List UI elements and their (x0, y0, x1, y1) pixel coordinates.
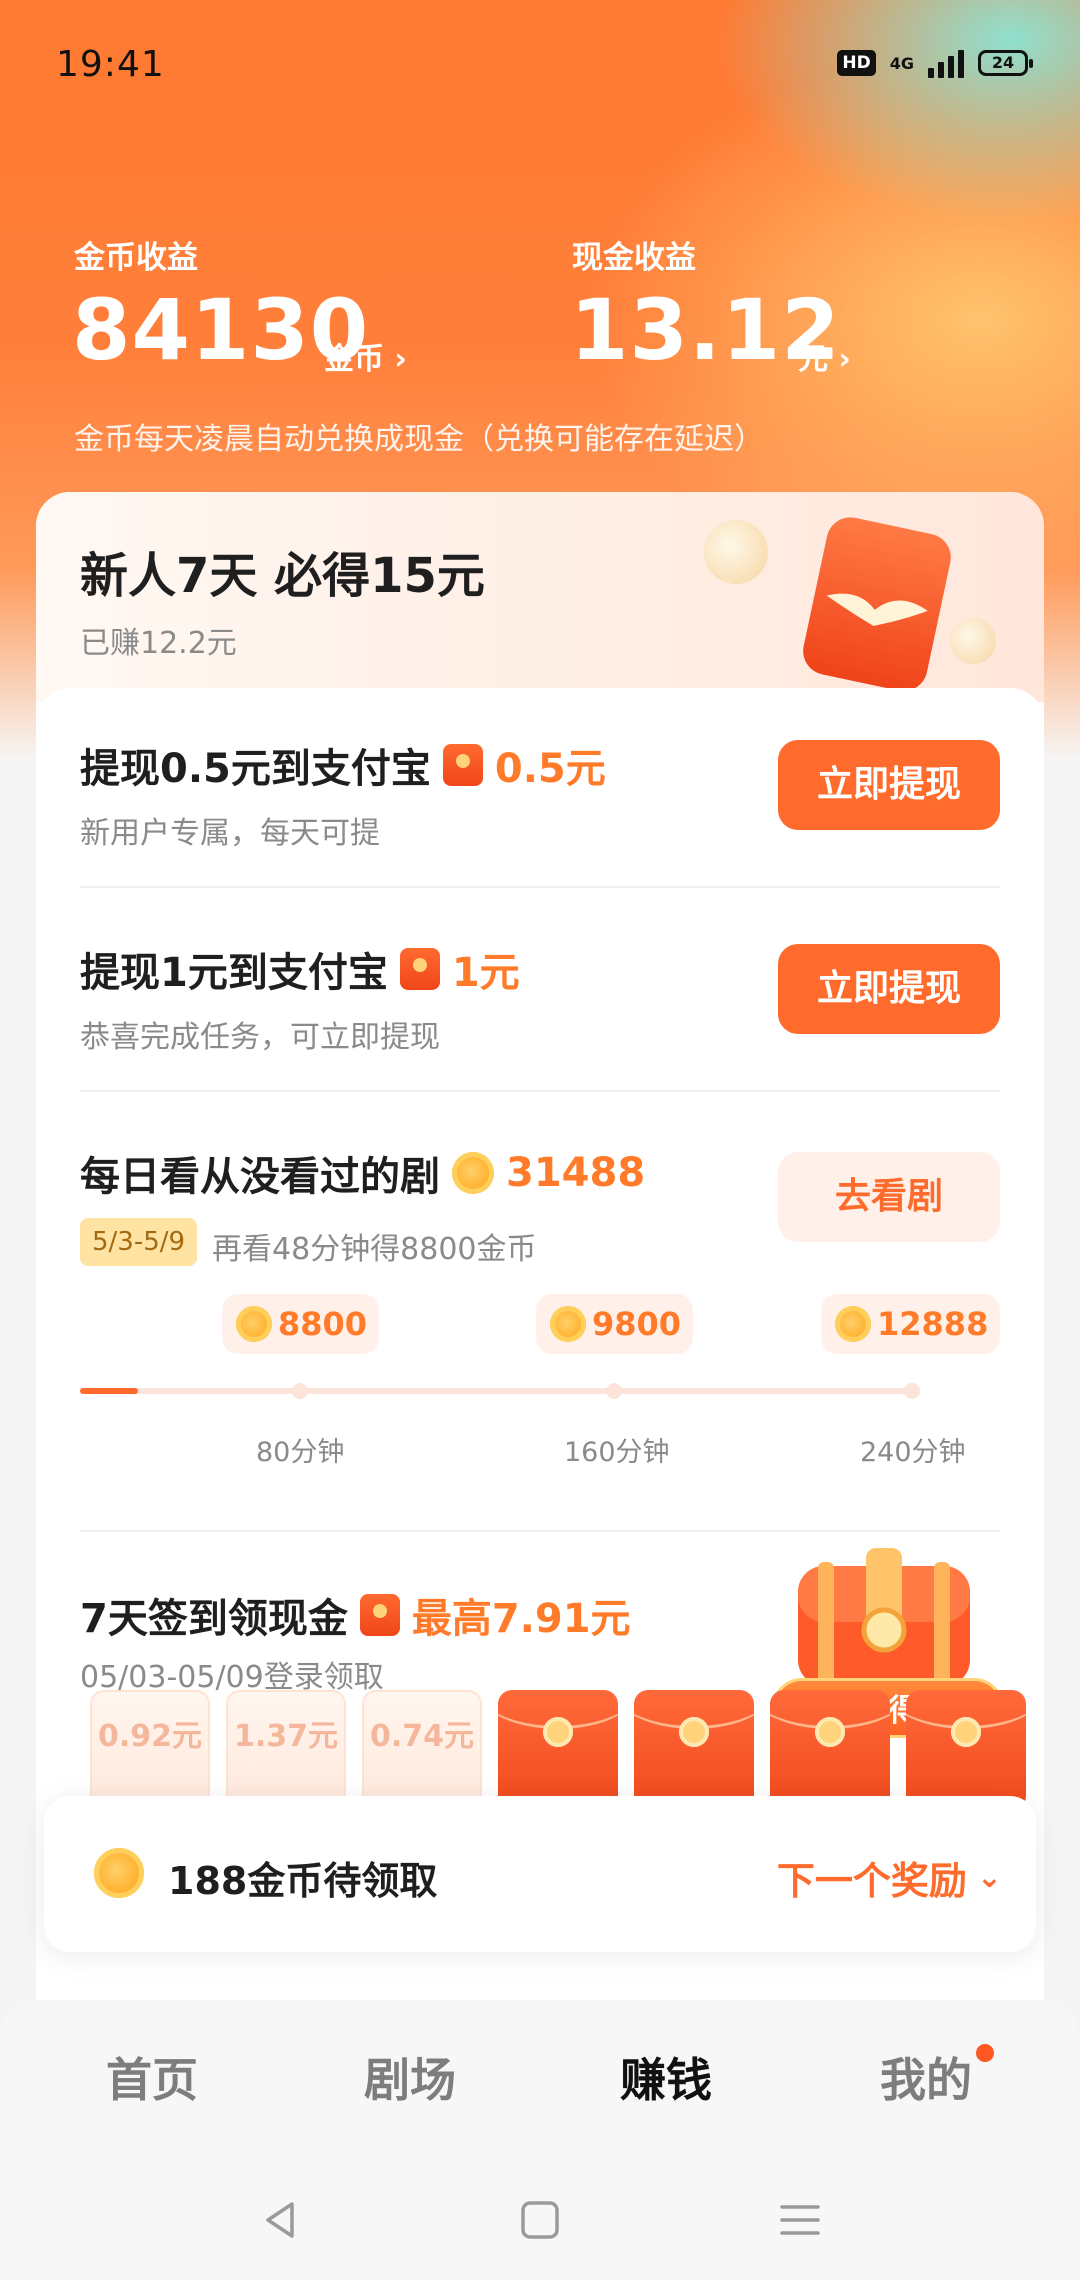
red-packet-icon (399, 948, 440, 990)
red-packet-icon (359, 1594, 400, 1636)
drama-task-title: 每日看从没看过的剧 31488 (80, 1144, 645, 1202)
signal-icon (928, 48, 964, 78)
divider (80, 1090, 1000, 1092)
drama-progress-note: 再看48分钟得8800金币 (212, 1232, 537, 1267)
home-icon[interactable] (518, 2198, 562, 2242)
coin-unit: 金币 (324, 342, 384, 377)
pending-coins-text: 188金币待领取 (168, 1859, 438, 1903)
coin-earnings-link[interactable]: 金币 › (324, 334, 407, 378)
coin-icon (94, 1848, 144, 1898)
cash-unit: 元 (798, 342, 828, 377)
double-chevron-down-icon: ⌄ (976, 1859, 1002, 1895)
checkin-day-redpacket[interactable] (634, 1690, 754, 1810)
milestone-label: 80分钟 (256, 1437, 345, 1468)
tab-mine[interactable]: 我的 (880, 2044, 972, 2110)
milestone-reward: 9800 (536, 1294, 694, 1354)
milestone-label: 240分钟 (860, 1437, 966, 1468)
withdraw-now-button[interactable]: 立即提现 (778, 944, 1000, 1034)
checkin-day-cell[interactable]: 0.92元 (90, 1690, 210, 1810)
cash-earnings-link[interactable]: 元 › (798, 334, 851, 378)
milestone-label: 160分钟 (564, 1437, 670, 1468)
tab-earn[interactable]: 赚钱 (620, 2044, 712, 2110)
hd-icon: HD (837, 50, 876, 76)
coin-icon (550, 1306, 586, 1342)
red-packet-icon (442, 744, 483, 786)
chevron-right-icon: › (394, 342, 407, 377)
coin-earnings-label: 金币收益 (74, 240, 198, 276)
coin-icon (236, 1306, 272, 1342)
withdraw-title-text: 提现1元到支付宝 (80, 950, 388, 996)
checkin-day-redpacket[interactable] (770, 1690, 890, 1810)
milestone-coins: 12888 (877, 1305, 989, 1343)
battery-icon: 24 (978, 50, 1033, 76)
checkin-max-amount: 最高7.91元 (411, 1596, 631, 1642)
milestone-reward: 8800 (222, 1294, 380, 1354)
red-envelope-icon (803, 517, 951, 692)
coin-icon (452, 1152, 494, 1194)
tab-theater[interactable]: 剧场 (364, 2044, 456, 2110)
withdraw-task-sub: 新用户专属，每天可提 (80, 816, 380, 851)
next-reward-label: 下一个奖励 (776, 1859, 967, 1903)
exchange-note: 金币每天凌晨自动兑换成现金（兑换可能存在延迟） (74, 422, 764, 457)
milestone-coins: 9800 (592, 1305, 682, 1343)
milestone-reward: 12888 (821, 1294, 1001, 1354)
date-range-badge: 5/3-5/9 (80, 1218, 198, 1266)
system-nav-bar (0, 2150, 1080, 2280)
watch-progress-bar (80, 1388, 914, 1394)
milestone-dot (904, 1383, 920, 1399)
checkin-day-cell[interactable]: 0.74元 (362, 1690, 482, 1810)
divider (80, 886, 1000, 888)
treasure-chest-icon[interactable] (784, 1548, 984, 1698)
withdraw-task-title: 提现0.5元到支付宝 0.5元 (80, 736, 606, 794)
checkin-title-text: 7天签到领现金 (80, 1596, 348, 1642)
drama-coins: 31488 (506, 1150, 646, 1196)
checkin-title: 7天签到领现金 最高7.91元 (80, 1586, 631, 1644)
watch-drama-button[interactable]: 去看剧 (778, 1152, 1000, 1242)
newbie-banner[interactable]: 新人7天 必得15元 已赚12.2元 (36, 492, 1044, 702)
withdraw-task-sub: 恭喜完成任务，可立即提现 (80, 1020, 440, 1055)
network-type: 4G (889, 53, 914, 73)
coin-icon (835, 1306, 871, 1342)
bottom-tab-bar: 首页 剧场 赚钱 我的 (0, 2000, 1080, 2150)
checkin-day-redpacket[interactable] (906, 1690, 1026, 1810)
menu-icon[interactable] (778, 2198, 822, 2242)
status-icons: HD 4G 24 (837, 48, 1033, 78)
divider (80, 1530, 1000, 1532)
milestone-dot (606, 1383, 622, 1399)
coin-decoration-icon (950, 618, 996, 664)
milestone-dot (292, 1383, 308, 1399)
cash-earnings-label: 现金收益 (572, 240, 696, 276)
next-reward-button[interactable]: 下一个奖励 ⌄ (777, 1850, 1002, 1905)
newbie-earned: 已赚12.2元 (80, 626, 237, 661)
withdraw-now-button[interactable]: 立即提现 (778, 740, 1000, 830)
withdraw-amount: 0.5元 (494, 746, 606, 792)
withdraw-task-title: 提现1元到支付宝 1元 (80, 940, 520, 998)
checkin-day-redpacket[interactable] (498, 1690, 618, 1810)
status-time: 19:41 (56, 44, 165, 85)
milestone-coins: 8800 (278, 1305, 368, 1343)
withdraw-amount: 1元 (451, 950, 520, 996)
drama-title-text: 每日看从没看过的剧 (80, 1154, 440, 1200)
tab-home[interactable]: 首页 (106, 2044, 198, 2110)
checkin-day-cell[interactable]: 1.37元 (226, 1690, 346, 1810)
status-bar: 19:41 HD 4G 24 (0, 0, 1080, 130)
pending-reward-card[interactable]: 188金币待领取 下一个奖励 ⌄ (44, 1796, 1036, 1952)
chevron-right-icon: › (838, 342, 851, 377)
coin-decoration-icon (704, 520, 768, 584)
back-icon[interactable] (258, 2198, 302, 2242)
withdraw-title-text: 提现0.5元到支付宝 (80, 746, 431, 792)
notification-dot (976, 2044, 994, 2062)
watch-progress-fill (80, 1388, 139, 1394)
newbie-title: 新人7天 必得15元 (80, 548, 485, 604)
